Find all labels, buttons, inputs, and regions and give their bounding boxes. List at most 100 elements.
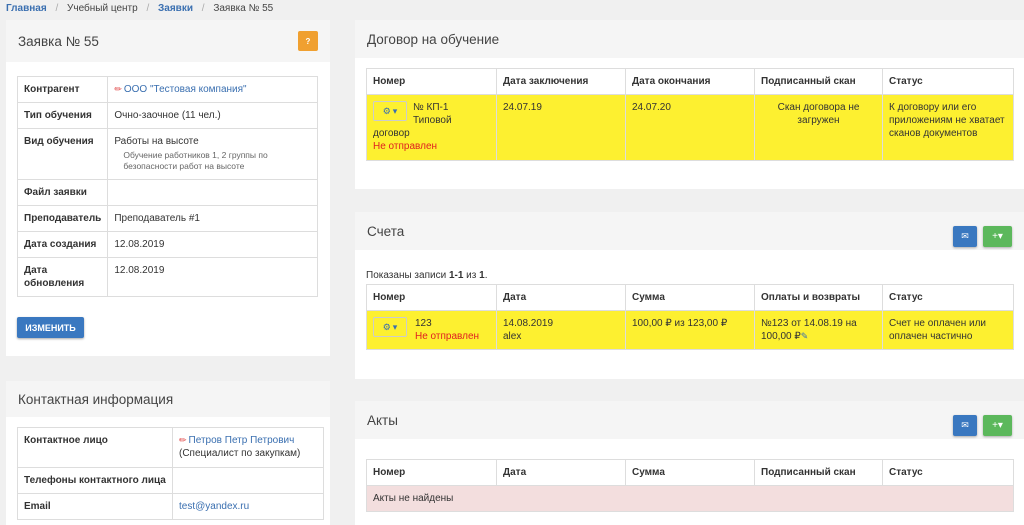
breadcrumb-requests-link[interactable]: Заявки xyxy=(158,3,193,14)
request-info: Контрагент ✏ ООО "Тестовая компания" Тип … xyxy=(16,76,318,297)
contract-send-status: Не отправлен xyxy=(373,141,438,152)
column-header: Статус xyxy=(882,68,1014,95)
pencil-icon[interactable]: ✏ xyxy=(179,435,187,445)
acts-table: Номер Дата Сумма Подписанный скан Статус… xyxy=(366,459,1014,512)
column-header: Сумма xyxy=(625,459,755,486)
acts-panel: Акты ✉ +▾ Номер Дата Сумма Подписанный с… xyxy=(355,401,1024,525)
send-mail-button[interactable]: ✉ xyxy=(953,414,977,436)
contract-number-type-cont: договор xyxy=(373,128,410,139)
updated-label: Дата обновления xyxy=(16,257,109,297)
table-row: Дата создания 12.08.2019 xyxy=(16,231,318,258)
acts-actions: ✉ +▾ xyxy=(953,414,1012,436)
invoice-payments-cell: №123 от 14.08.19 на 100,00 ₽✎ xyxy=(754,310,883,350)
contract-status: К договору или его приложениям не хватае… xyxy=(882,94,1014,161)
table-row: Акты не найдены xyxy=(366,485,1014,512)
table-row: Преподаватель Преподаватель #1 xyxy=(16,205,318,232)
contract-number: № КП-1 xyxy=(413,102,449,113)
invoice-number-cell: ⚙ ▾ 123 Не отправлен xyxy=(366,310,497,350)
created-value: 12.08.2019 xyxy=(107,231,318,258)
table-header-row: Номер Дата Сумма Подписанный скан Статус xyxy=(366,459,1014,486)
contract-panel-header: Договор на обучение xyxy=(355,20,1024,58)
invoices-panel-header: Счета ✉ +▾ xyxy=(355,212,1024,250)
contract-date-end: 24.07.20 xyxy=(625,94,755,161)
counterparty-cell: ✏ ООО "Тестовая компания" xyxy=(107,76,318,103)
invoice-number: 123 xyxy=(415,318,432,329)
invoice-status: Счет не оплачен или оплачен частично xyxy=(882,310,1014,350)
acts-panel-header: Акты ✉ +▾ xyxy=(355,401,1024,439)
counterparty-label: Контрагент xyxy=(16,76,109,103)
column-header: Номер xyxy=(366,459,497,486)
contact-person-role: (Специалист по закупкам) xyxy=(179,448,301,459)
records-summary: Показаны записи 1-1 из 1. xyxy=(366,270,487,281)
gear-menu-button[interactable]: ⚙ ▾ xyxy=(373,317,407,337)
plus-icon: +▾ xyxy=(992,230,1003,242)
request-panel: Заявка № 55 ? Контрагент ✏ ООО "Тестовая … xyxy=(6,20,330,356)
counterparty-link[interactable]: ООО "Тестовая компания" xyxy=(124,84,247,95)
column-header: Оплаты и возвраты xyxy=(754,284,883,311)
acts-table-wrap: Номер Дата Сумма Подписанный скан Статус… xyxy=(366,459,1014,512)
type-value: Очно-заочное (11 чел.) xyxy=(107,102,318,129)
column-header: Подписанный скан xyxy=(754,68,883,95)
gear-menu-button[interactable]: ⚙ ▾ xyxy=(373,101,407,121)
file-label: Файл заявки xyxy=(16,179,109,206)
column-header: Дата xyxy=(496,459,626,486)
contact-person-label: Контактное лицо xyxy=(17,427,173,468)
invoice-author: alex xyxy=(503,331,522,342)
contact-person-cell: ✏ Петров Петр Петрович (Специалист по зак… xyxy=(172,427,324,468)
send-mail-button[interactable]: ✉ xyxy=(953,225,977,247)
table-row: Email test@yandex.ru xyxy=(17,493,324,520)
add-invoice-button[interactable]: +▾ xyxy=(983,225,1012,247)
breadcrumb-current: Заявка № 55 xyxy=(213,3,274,14)
table-row: ⚙ ▾ № КП-1 Типовой договор Не отправлен 2… xyxy=(366,94,1014,161)
breadcrumb-home-link[interactable]: Главная xyxy=(6,3,47,14)
help-button[interactable]: ? xyxy=(298,31,318,51)
email-label: Email xyxy=(17,493,173,520)
created-label: Дата создания xyxy=(16,231,109,258)
table-header-row: Номер Дата Сумма Оплаты и возвраты Стату… xyxy=(366,284,1014,311)
contract-title: Договор на обучение xyxy=(367,31,500,47)
summary-prefix: Показаны записи xyxy=(366,270,449,281)
chevron-down-icon: ▾ xyxy=(392,321,398,332)
request-panel-header: Заявка № 55 ? xyxy=(6,20,330,62)
column-header: Номер xyxy=(366,284,497,311)
breadcrumb: Главная / Учебный центр / Заявки / Заявк… xyxy=(6,3,273,15)
table-row: Контрагент ✏ ООО "Тестовая компания" xyxy=(16,76,318,103)
table-row: Тип обучения Очно-заочное (11 чел.) xyxy=(16,102,318,129)
invoice-sum: 100,00 ₽ из 123,00 ₽ xyxy=(625,310,755,350)
contract-panel: Договор на обучение Номер Дата заключени… xyxy=(355,20,1024,189)
column-header: Сумма xyxy=(625,284,755,311)
table-header-row: Номер Дата заключения Дата окончания Под… xyxy=(366,68,1014,95)
invoices-title: Счета xyxy=(367,223,405,239)
column-header: Дата xyxy=(496,284,626,311)
summary-suffix: . xyxy=(484,270,488,281)
phones-label: Телефоны контактного лица xyxy=(17,467,173,494)
invoices-actions: ✉ +▾ xyxy=(953,225,1012,247)
edit-button[interactable]: ИЗМЕНИТЬ xyxy=(17,317,84,338)
gear-icon: ⚙ xyxy=(382,105,391,116)
add-act-button[interactable]: +▾ xyxy=(983,414,1012,436)
contract-date-start: 24.07.19 xyxy=(496,94,626,161)
contact-person-link[interactable]: Петров Петр Петрович xyxy=(189,435,295,446)
mail-icon: ✉ xyxy=(961,419,969,430)
contact-info-table: Контактное лицо ✏ Петров Петр Петрович (С… xyxy=(17,427,324,520)
mail-icon: ✉ xyxy=(961,230,969,241)
summary-mid: из xyxy=(463,270,480,281)
pencil-icon[interactable]: ✏ xyxy=(114,84,122,94)
updated-value: 12.08.2019 xyxy=(107,257,318,297)
request-info-table: Контрагент ✏ ООО "Тестовая компания" Тип … xyxy=(16,76,318,297)
column-header: Статус xyxy=(882,459,1014,486)
summary-range: 1-1 xyxy=(448,270,464,281)
breadcrumb-separator: / xyxy=(201,3,205,14)
contract-table-wrap: Номер Дата заключения Дата окончания Под… xyxy=(366,68,1014,161)
table-row: ⚙ ▾ 123 Не отправлен 14.08.2019 alex 100,… xyxy=(366,310,1014,350)
contact-title: Контактная информация xyxy=(18,391,174,407)
column-header: Номер xyxy=(366,68,497,95)
column-header: Дата окончания xyxy=(625,68,755,95)
contract-scan: Скан договора не загружен xyxy=(754,94,883,161)
email-link[interactable]: test@yandex.ru xyxy=(179,501,249,512)
pencil-icon[interactable]: ✎ xyxy=(801,331,809,341)
table-row: Файл заявки xyxy=(16,179,318,206)
breadcrumb-center: Учебный центр xyxy=(67,3,138,14)
file-value xyxy=(107,179,318,206)
invoices-table-wrap: Номер Дата Сумма Оплаты и возвраты Стату… xyxy=(366,284,1014,350)
